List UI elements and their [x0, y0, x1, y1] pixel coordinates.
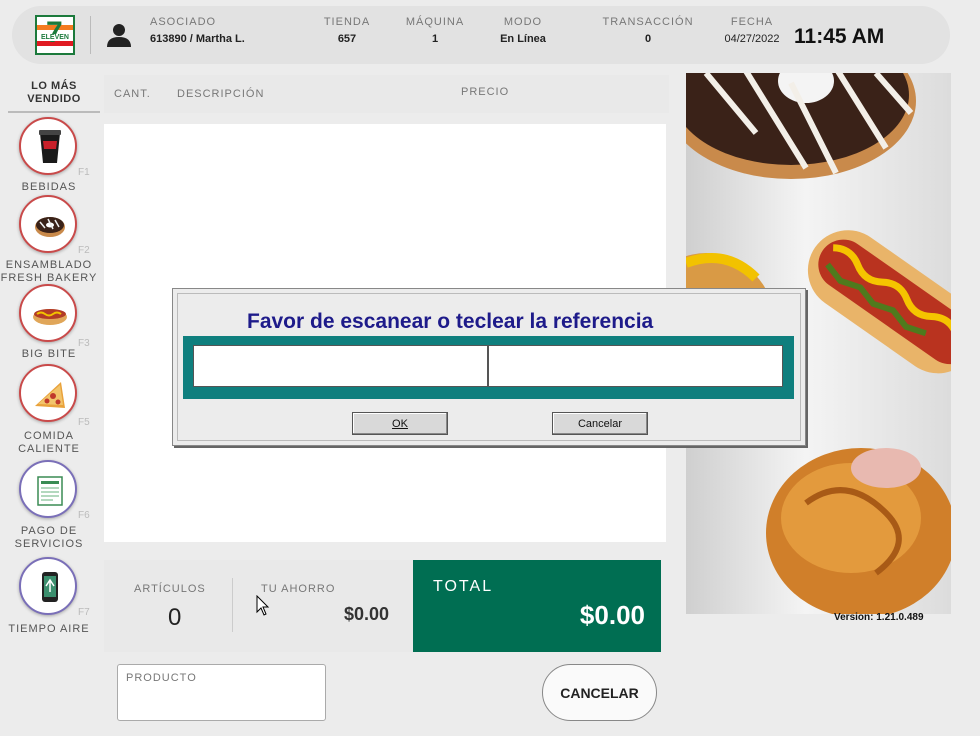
modo-label: MODO — [503, 16, 543, 28]
items-table-header: CANT. DESCRIPCIÓN PRECIO — [104, 75, 669, 113]
ok-button[interactable]: OK — [352, 412, 448, 435]
dialog-cancel-button[interactable]: Cancelar — [552, 412, 648, 435]
articulos-label: ARTÍCULOS — [134, 583, 206, 595]
mouse-cursor-icon — [256, 595, 270, 616]
category-label: TIEMPO AIRE — [8, 623, 90, 635]
column-description: DESCRIPCIÓN — [177, 88, 265, 100]
ahorro-value: $0.00 — [344, 604, 390, 624]
seven-eleven-logo: 7 ELEVEN — [35, 15, 75, 55]
maquina-value: 1 — [431, 33, 439, 45]
modo-field: MODO En Línea — [492, 16, 554, 45]
user-icon — [107, 24, 131, 47]
drink-cup-icon[interactable] — [19, 117, 77, 175]
maquina-label: MÁQUINA — [405, 16, 465, 28]
modo-value: En Línea — [500, 33, 546, 45]
asociado-field: ASOCIADO 613890 / Martha L. — [150, 16, 245, 45]
total-value: $0.00 — [579, 600, 645, 630]
bill-icon[interactable] — [19, 460, 77, 518]
product-label: PRODUCTO — [126, 672, 197, 684]
transaccion-field: TRANSACCIÓN 0 — [598, 16, 698, 45]
category-label: COMIDA CALIENTE — [18, 430, 80, 455]
articulos-value: 0 — [168, 604, 182, 631]
transaccion-label: TRANSACCIÓN — [602, 16, 694, 28]
hotdog-icon[interactable] — [19, 284, 77, 342]
tienda-value: 657 — [337, 33, 357, 45]
dialog-title: Favor de escanear o teclear la referenci… — [247, 310, 654, 333]
cancel-button[interactable]: CANCELAR — [542, 664, 657, 721]
fkey-f7: F7 — [78, 607, 90, 618]
totals-divider — [232, 578, 233, 632]
reference-input-left[interactable] — [193, 345, 488, 387]
version-label: Version: 1.21.0.489 — [834, 612, 924, 623]
dialog-cancel-label: Cancelar — [577, 417, 623, 430]
sidebar-title: LO MÁS VENDIDO — [8, 80, 100, 113]
fkey-f6: F6 — [78, 510, 90, 521]
donut-icon[interactable] — [19, 195, 77, 253]
total-label: TOTAL — [433, 578, 494, 595]
fkey-f1: F1 — [78, 167, 90, 178]
transaccion-value: 0 — [644, 33, 652, 45]
category-label: PAGO DE SERVICIOS — [14, 525, 84, 550]
fecha-value: 04/27/2022 — [724, 33, 780, 45]
category-label: BEBIDAS — [21, 181, 77, 193]
header-divider — [90, 16, 91, 54]
maquina-field: MÁQUINA 1 — [402, 16, 468, 45]
ok-button-label: OK — [392, 417, 408, 430]
category-label: BIG BITE — [21, 348, 77, 360]
clock: 11:45 AM — [794, 25, 885, 48]
total-panel: TOTAL $0.00 — [413, 560, 661, 652]
asociado-value: 613890 / Martha L. — [150, 33, 245, 45]
ahorro-label: TU AHORRO — [261, 583, 336, 595]
category-label: ENSAMBLADO FRESH BAKERY — [0, 259, 98, 284]
dialog-input-band — [183, 336, 794, 399]
asociado-label: ASOCIADO — [150, 16, 217, 28]
fecha-field: FECHA 04/27/2022 — [720, 16, 784, 45]
fecha-label: FECHA — [730, 16, 774, 28]
fkey-f2: F2 — [78, 245, 90, 256]
top-header: 7 ELEVEN ASOCIADO 613890 / Martha L. TIE… — [12, 6, 950, 64]
phone-icon[interactable] — [19, 557, 77, 615]
reference-input-right[interactable] — [488, 345, 783, 387]
product-input[interactable]: PRODUCTO — [117, 664, 326, 721]
column-qty: CANT. — [114, 88, 151, 100]
reference-dialog: Favor de escanear o teclear la referenci… — [172, 288, 806, 446]
pizza-icon[interactable] — [19, 364, 77, 422]
tienda-field: TIENDA 657 — [320, 16, 374, 45]
fkey-f5: F5 — [78, 417, 90, 428]
column-price: PRECIO — [461, 86, 510, 98]
tienda-label: TIENDA — [323, 16, 371, 28]
